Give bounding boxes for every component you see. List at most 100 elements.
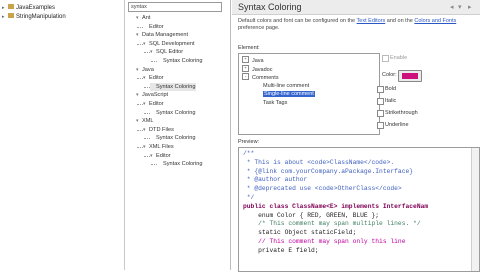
tree-item-label: Editor — [156, 152, 171, 159]
code-line: // This comment may span only this line — [243, 238, 406, 245]
strikethrough-label: Strikethrough — [385, 110, 418, 116]
tree-item[interactable]: ▾ SQL Development — [143, 40, 195, 48]
italic-checkbox[interactable] — [377, 98, 384, 105]
description-text: and on the — [385, 18, 415, 24]
filter-input[interactable] — [128, 2, 222, 12]
tree-item[interactable]: ▾ DTD Files — [143, 126, 174, 134]
tree-item-label: Java — [142, 66, 154, 73]
expand-icon[interactable]: + — [242, 64, 249, 72]
element-item[interactable]: Single-line comment — [263, 91, 315, 98]
folder-icon — [8, 3, 14, 9]
code-line: private E field; — [243, 246, 319, 254]
back-icon[interactable]: ◂ — [450, 3, 454, 11]
tree-item-label: Syntax Coloring — [163, 58, 203, 64]
code-line: enum Color { RED, GREEN, BLUE }; — [243, 211, 380, 219]
tree-connector — [144, 52, 150, 54]
project-explorer: ▸ JavaExamples ▸ StringManipulation — [0, 0, 125, 270]
tree-item[interactable]: ▾ Data Management — [136, 31, 188, 39]
tree-item[interactable]: ▾ Editor — [150, 152, 171, 160]
tree-item[interactable]: ▾ Editor — [143, 100, 164, 108]
tree-item[interactable]: ▾ Ant — [136, 14, 150, 22]
project-item-label: StringManipulation — [16, 14, 66, 20]
element-item-label: Single-line comment — [263, 91, 315, 97]
tree-item[interactable]: ▾ XML Files — [143, 143, 174, 151]
element-item-label: Javadoc — [252, 66, 273, 73]
dropdown-icon[interactable]: ▾ — [458, 3, 462, 11]
page-description: Default colors and font can be configure… — [238, 18, 476, 32]
element-item[interactable]: Task Tags — [263, 100, 287, 107]
expand-icon[interactable]: + — [242, 56, 249, 63]
code-preview[interactable]: /** * This is about <code>ClassName</cod… — [238, 147, 480, 272]
tree-item-label: SQL Development — [149, 40, 195, 47]
element-item-label: Multi-line comment — [263, 82, 310, 89]
code-line: */ — [243, 194, 255, 201]
folder-icon — [8, 12, 14, 18]
tree-item[interactable]: Syntax Coloring — [150, 82, 196, 91]
element-item[interactable]: Multi-line comment — [263, 83, 309, 90]
tree-item-label: XML Files — [149, 144, 174, 150]
code-line: * @deprecated use <code>OtherClass</code… — [243, 185, 402, 193]
tree-connector — [151, 164, 157, 166]
tree-connector — [137, 104, 143, 105]
italic-label: Italic — [385, 98, 397, 104]
tree-item-label: Editor — [149, 23, 164, 30]
code-line: public class ClassName<E> implements Int… — [243, 202, 429, 210]
tree-item-label: DTD Files — [149, 126, 174, 133]
project-item[interactable]: ▸ StringManipulation — [2, 12, 66, 22]
page-title: Syntax Coloring — [238, 2, 302, 12]
enable-checkbox[interactable] — [382, 55, 389, 62]
tree-item[interactable]: Syntax Coloring — [157, 160, 203, 168]
element-item-label: Java — [252, 57, 264, 64]
color-button[interactable] — [398, 70, 422, 82]
colors-fonts-link[interactable]: Colors and Fonts — [414, 18, 456, 24]
tree-connector — [144, 86, 150, 88]
element-item-label: Task Tags — [263, 99, 288, 106]
element-item-label: Comments — [252, 74, 279, 81]
tree-connector — [137, 129, 143, 131]
code-line: * {@link com.yourCompany.aPackage.Interf… — [243, 167, 414, 175]
tree-item-label: Syntax Coloring — [163, 161, 203, 168]
element-item[interactable]: - Comments — [242, 73, 279, 81]
tree-item[interactable]: ▾ SQL Editor — [150, 48, 183, 56]
element-tree[interactable]: + Java + Javadoc - Comments Multi-line comment… — [238, 53, 380, 135]
tree-connector — [137, 26, 143, 28]
tree-item-label: JavaScript — [142, 92, 169, 99]
tree-item[interactable]: ▾ Java — [136, 66, 154, 74]
tree-item-label: SQL Editor — [156, 49, 184, 56]
element-label: Element: — [238, 45, 260, 51]
tree-connector — [137, 147, 143, 148]
underline-checkbox[interactable] — [377, 122, 384, 129]
tree-connector — [144, 138, 150, 140]
element-item[interactable]: + Java — [242, 56, 264, 64]
text-editors-link[interactable]: Text Editors — [357, 18, 386, 24]
tree-connector — [144, 112, 150, 114]
tree-item-label: Data Management — [142, 32, 189, 39]
tree-item-label: Ant — [142, 15, 151, 21]
preference-page: Syntax Coloring ◂ ▾ ▸ Default colors and… — [232, 0, 480, 272]
enable-label: Enable — [390, 55, 408, 61]
code-line: static Object staticField; — [243, 229, 357, 237]
tree-item[interactable]: Syntax Coloring — [150, 134, 196, 142]
tree-item[interactable]: ▾ JavaScript — [136, 91, 168, 99]
tree-connector — [137, 78, 143, 80]
tree-item-label: Syntax Coloring — [156, 109, 196, 116]
code-line: /* This comment may span multiple lines.… — [243, 220, 421, 228]
tree-item-label: Editor — [149, 101, 164, 107]
vertical-scrollbar[interactable] — [471, 148, 479, 271]
tree-item[interactable]: ▾ XML — [136, 117, 154, 125]
tree-item[interactable]: ▾ Editor — [143, 74, 164, 82]
tree-item[interactable]: Syntax Coloring — [150, 109, 196, 117]
tree-item[interactable]: Syntax Coloring — [157, 57, 203, 65]
underline-label: Underline — [385, 122, 409, 128]
code-line: /** — [243, 150, 255, 157]
strikethrough-checkbox[interactable] — [377, 110, 384, 117]
code-line: * @author author — [243, 176, 308, 184]
tree-item[interactable]: Editor — [143, 23, 164, 31]
project-item[interactable]: ▸ JavaExamples — [2, 3, 55, 13]
tree-item-label: Syntax Coloring — [156, 83, 196, 90]
bold-label: Bold — [385, 86, 397, 92]
bold-checkbox[interactable] — [377, 86, 384, 93]
element-item[interactable]: + Javadoc — [242, 64, 273, 73]
forward-icon[interactable]: ▸ — [468, 3, 472, 11]
collapse-icon[interactable]: - — [242, 73, 249, 80]
